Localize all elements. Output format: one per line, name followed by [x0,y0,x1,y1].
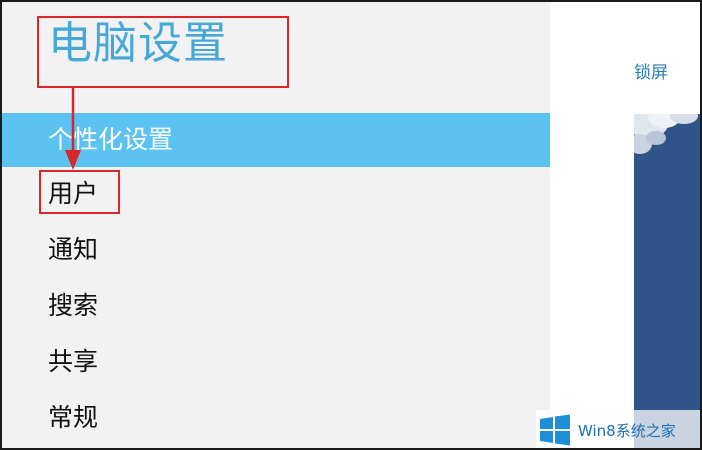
users-highlight-box [39,170,120,214]
cloud-image [634,114,698,154]
sidebar-item-general[interactable]: 常规 [2,391,550,445]
sidebar-item-search[interactable]: 搜索 [2,279,550,333]
windows-logo-icon [540,414,570,446]
tab-lock-screen[interactable]: 锁屏 [634,58,668,83]
settings-content: 锁屏 [550,2,700,448]
title-highlight-box [37,16,289,88]
settings-window: 电脑设置 个性化设置 用户 通知 搜索 共享 常规 锁屏 Win8系统之家 [0,0,702,450]
sidebar-item-share[interactable]: 共享 [2,335,550,389]
watermark: Win8系统之家 [536,410,700,448]
lock-screen-preview [634,114,700,448]
sidebar-item-notifications[interactable]: 通知 [2,223,550,277]
annotation-arrow-icon [65,88,81,170]
watermark-text: Win8系统之家 [578,421,676,440]
